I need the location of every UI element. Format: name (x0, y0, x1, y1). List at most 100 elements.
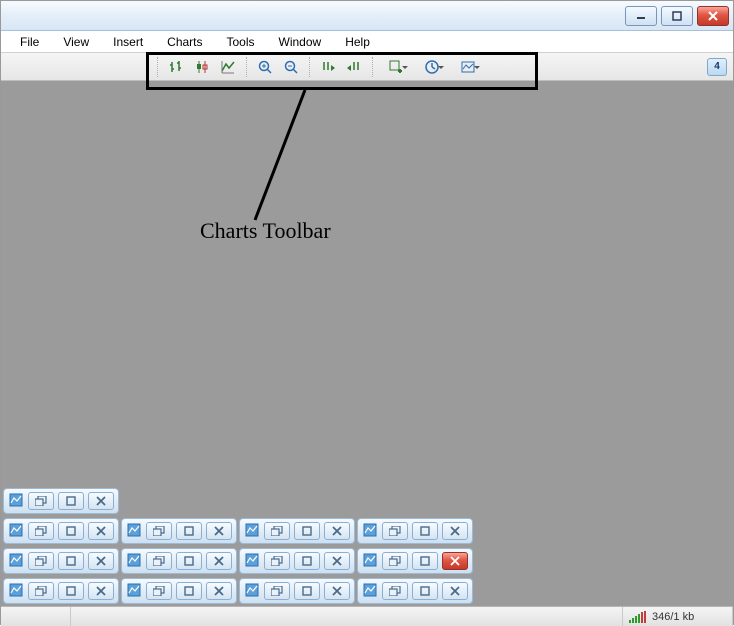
window-minimize-button[interactable] (625, 6, 657, 26)
chart-icon (126, 552, 142, 568)
periods-button[interactable] (415, 56, 449, 78)
minimized-chart-window[interactable] (239, 548, 355, 574)
chart-restore-button[interactable] (146, 582, 172, 600)
menu-tools[interactable]: Tools (216, 33, 266, 51)
chart-close-button[interactable] (206, 552, 232, 570)
chart-icon (126, 522, 142, 538)
indicators-button[interactable] (379, 56, 413, 78)
line-chart-button[interactable] (216, 56, 240, 78)
expert-advisor-badge[interactable]: 4 (707, 58, 727, 76)
chart-maximize-button[interactable] (176, 582, 202, 600)
chart-icon (362, 552, 378, 568)
chart-close-button[interactable] (324, 552, 350, 570)
minimized-chart-window[interactable] (357, 548, 473, 574)
connection-status[interactable]: 346/1 kb (623, 607, 733, 626)
chart-close-button[interactable] (324, 522, 350, 540)
zoom-in-button[interactable] (253, 56, 277, 78)
minimized-chart-window[interactable] (357, 518, 473, 544)
chart-close-button[interactable] (442, 522, 468, 540)
chart-maximize-button[interactable] (176, 552, 202, 570)
chart-close-button[interactable] (88, 492, 114, 510)
minimized-chart-window[interactable] (239, 578, 355, 604)
chart-maximize-button[interactable] (294, 582, 320, 600)
chart-icon (8, 492, 24, 508)
chart-restore-button[interactable] (382, 582, 408, 600)
toolbar-separator (372, 57, 373, 77)
window-close-button[interactable] (697, 6, 729, 26)
templates-button[interactable] (451, 56, 485, 78)
chart-close-button[interactable] (206, 582, 232, 600)
chart-close-button[interactable] (442, 552, 468, 570)
chart-restore-button[interactable] (146, 522, 172, 540)
chart-maximize-button[interactable] (58, 582, 84, 600)
chart-icon (244, 552, 260, 568)
toolbar-separator (157, 57, 158, 77)
status-cell (71, 607, 623, 626)
chart-icon (8, 582, 24, 598)
menu-window[interactable]: Window (268, 33, 333, 51)
chart-restore-button[interactable] (28, 492, 54, 510)
zoom-out-button[interactable] (279, 56, 303, 78)
chart-close-button[interactable] (206, 522, 232, 540)
chart-icon (362, 582, 378, 598)
chart-close-button[interactable] (88, 522, 114, 540)
chart-restore-button[interactable] (382, 552, 408, 570)
chart-icon (244, 522, 260, 538)
chart-icon (8, 522, 24, 538)
chart-icon (8, 552, 24, 568)
chart-maximize-button[interactable] (412, 582, 438, 600)
window-titlebar (1, 1, 733, 31)
chart-restore-button[interactable] (264, 522, 290, 540)
chart-maximize-button[interactable] (294, 552, 320, 570)
chart-close-button[interactable] (88, 552, 114, 570)
chart-maximize-button[interactable] (176, 522, 202, 540)
charts-toolbar: 4 (1, 53, 733, 81)
chart-close-button[interactable] (88, 582, 114, 600)
chart-restore-button[interactable] (382, 522, 408, 540)
chart-close-button[interactable] (442, 582, 468, 600)
connection-bars-icon (629, 611, 646, 623)
chart-maximize-button[interactable] (412, 522, 438, 540)
status-bar: 346/1 kb (1, 606, 733, 626)
chart-restore-button[interactable] (146, 552, 172, 570)
bar-chart-button[interactable] (164, 56, 188, 78)
chart-restore-button[interactable] (28, 522, 54, 540)
chart-maximize-button[interactable] (58, 492, 84, 510)
minimized-chart-window[interactable] (121, 578, 237, 604)
chart-restore-button[interactable] (264, 552, 290, 570)
chart-close-button[interactable] (324, 582, 350, 600)
toolbar-separator (309, 57, 310, 77)
minimized-chart-window[interactable] (3, 518, 119, 544)
minimized-chart-window[interactable] (239, 518, 355, 544)
menu-charts[interactable]: Charts (156, 33, 213, 51)
minimized-chart-window[interactable] (121, 548, 237, 574)
minimized-chart-window[interactable] (3, 548, 119, 574)
toolbar-separator (246, 57, 247, 77)
chart-restore-button[interactable] (28, 582, 54, 600)
menu-view[interactable]: View (52, 33, 100, 51)
chart-shift-button[interactable] (342, 56, 366, 78)
chart-restore-button[interactable] (264, 582, 290, 600)
menu-file[interactable]: File (9, 33, 50, 51)
minimized-chart-windows (1, 486, 733, 606)
chart-maximize-button[interactable] (294, 522, 320, 540)
minimized-chart-window[interactable] (121, 518, 237, 544)
window-maximize-button[interactable] (661, 6, 693, 26)
menu-insert[interactable]: Insert (102, 33, 154, 51)
minimized-chart-window[interactable] (357, 578, 473, 604)
menu-help[interactable]: Help (334, 33, 381, 51)
mdi-workspace (1, 81, 733, 606)
candlestick-button[interactable] (190, 56, 214, 78)
chart-icon (362, 522, 378, 538)
chart-maximize-button[interactable] (58, 522, 84, 540)
minimized-chart-window[interactable] (3, 578, 119, 604)
auto-scroll-button[interactable] (316, 56, 340, 78)
chart-maximize-button[interactable] (412, 552, 438, 570)
status-cell (1, 607, 71, 626)
chart-icon (244, 582, 260, 598)
chart-maximize-button[interactable] (58, 552, 84, 570)
minimized-chart-window[interactable] (3, 488, 119, 514)
menu-bar: File View Insert Charts Tools Window Hel… (1, 31, 733, 53)
chart-restore-button[interactable] (28, 552, 54, 570)
chart-icon (126, 582, 142, 598)
